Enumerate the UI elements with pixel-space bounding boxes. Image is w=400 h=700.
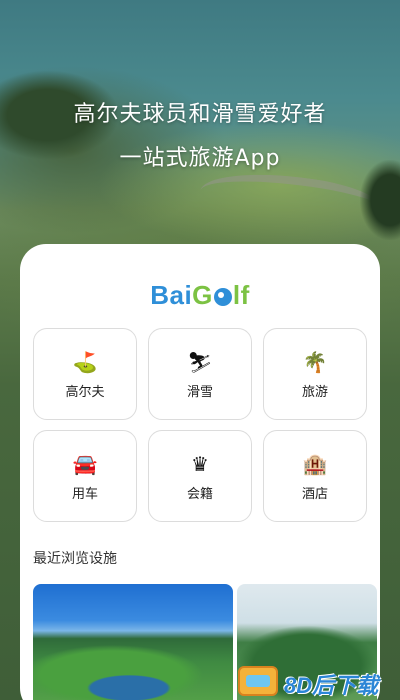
category-label: 用车 [71,487,98,502]
hero-headline: 高尔夫球员和滑雪爱好者 [73,102,327,127]
category-label: 旅游 [301,385,328,400]
hero-cart-path [197,163,383,235]
hero-subheadline: 一站式旅游App [119,146,281,171]
main-card: BaiG lf ⛳ 高尔夫 ⛷ 滑雪 🌴 旅游 🚘 用车 ♛ 会籍 🏨 酒店 最近… [20,244,380,700]
category-label: 会籍 [186,487,213,502]
palm-tree-icon: 🌴 [302,350,328,374]
golf-flag-icon: ⛳ [72,350,98,374]
category-hotel[interactable]: 🏨 酒店 [263,430,367,522]
watermark-text: 8D后下载 [284,673,379,698]
baigolf-logo: BaiG lf [150,280,250,310]
recent-facilities-title: 最近浏览设施 [33,551,117,567]
category-label: 酒店 [301,487,328,502]
category-car[interactable]: 🚘 用车 [33,430,137,522]
category-ski[interactable]: ⛷ 滑雪 [148,328,252,420]
category-membership[interactable]: ♛ 会籍 [148,430,252,522]
category-label: 高尔夫 [65,385,105,400]
recent-facility-card-golf-course[interactable] [33,584,233,700]
watermark: 8D后下载 [238,664,398,700]
skier-icon: ⛷ [187,350,213,374]
car-icon: 🚘 [72,452,98,476]
logo-golf-ball-icon [213,288,232,306]
category-label: 滑雪 [186,385,213,400]
category-travel[interactable]: 🌴 旅游 [263,328,367,420]
hero-tree-right [360,160,400,240]
hotel-icon: 🏨 [302,452,328,476]
watermark-logo-icon [238,666,278,696]
crown-icon: ♛ [191,452,209,476]
category-golf[interactable]: ⛳ 高尔夫 [33,328,137,420]
